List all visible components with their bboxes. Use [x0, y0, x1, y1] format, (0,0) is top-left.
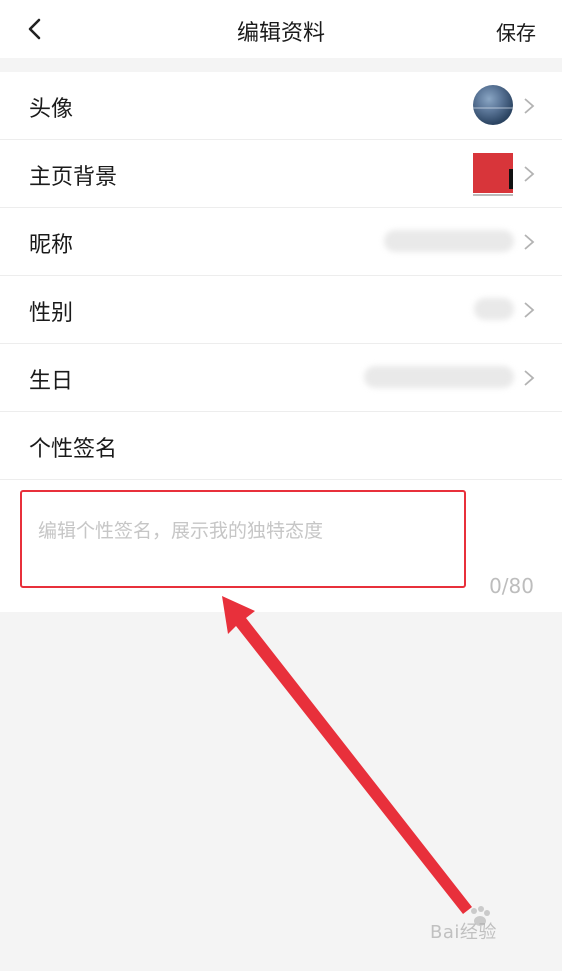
chevron-right-icon — [524, 302, 535, 318]
blurred-gender-value — [474, 298, 514, 320]
row-avatar[interactable]: 头像 — [0, 72, 562, 140]
row-label: 头像 — [29, 97, 74, 122]
row-birthday[interactable]: 生日 — [0, 344, 562, 412]
signature-input[interactable] — [20, 490, 466, 588]
background-thumbnail — [473, 153, 513, 196]
save-button[interactable]: 保存 — [496, 17, 536, 46]
nav-header: 编辑资料 保存 — [0, 0, 562, 58]
avatar — [473, 85, 513, 125]
row-gender[interactable]: 性别 — [0, 276, 562, 344]
row-label: 昵称 — [29, 233, 74, 258]
blurred-birthday-value — [364, 366, 514, 388]
row-label: 性别 — [29, 301, 74, 326]
chevron-right-icon — [524, 98, 535, 114]
signature-label: 个性签名 — [29, 437, 118, 462]
watermark: Bai经验 — [430, 922, 497, 943]
character-counter: 0/80 — [489, 574, 534, 598]
signature-block: 0/80 — [0, 480, 562, 612]
page-title: 编辑资料 — [236, 21, 325, 46]
row-label: 生日 — [29, 369, 74, 394]
blurred-nickname-value — [384, 230, 514, 252]
chevron-right-icon — [524, 234, 535, 250]
chevron-right-icon — [524, 166, 535, 182]
chevron-right-icon — [524, 370, 535, 386]
profile-settings-list: 头像 主页背景 昵称 性别 生日 个性签名 0/80 — [0, 72, 562, 612]
row-signature: 个性签名 — [0, 412, 562, 480]
row-label: 主页背景 — [29, 165, 118, 190]
row-nickname[interactable]: 昵称 — [0, 208, 562, 276]
row-background[interactable]: 主页背景 — [0, 140, 562, 208]
